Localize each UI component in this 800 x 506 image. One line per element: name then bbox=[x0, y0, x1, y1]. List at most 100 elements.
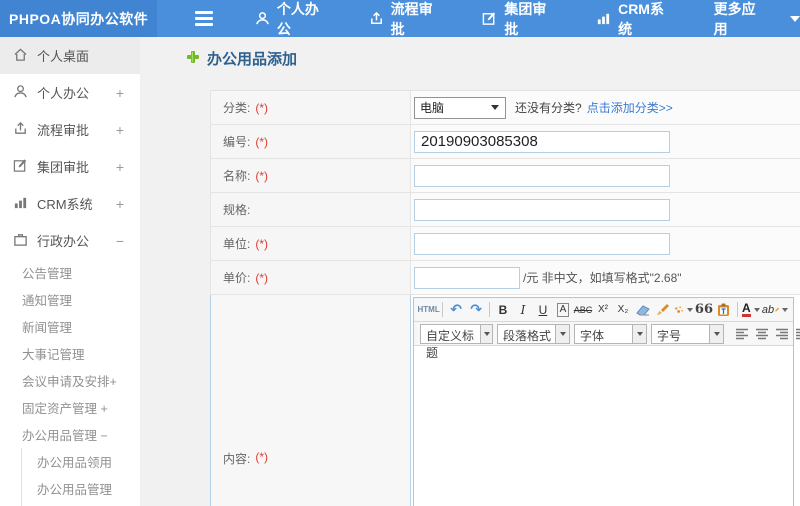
font-family-select[interactable]: 字体 bbox=[574, 323, 647, 344]
sidebar-item-news-mgmt[interactable]: 新闻管理 bbox=[0, 313, 140, 340]
eraser-icon bbox=[636, 304, 650, 316]
select-arrow-icon bbox=[555, 324, 569, 343]
superscript-button[interactable]: X² bbox=[594, 300, 612, 320]
name-label: 名称: bbox=[223, 169, 251, 183]
name-input[interactable] bbox=[414, 164, 670, 187]
align-right-icon bbox=[776, 328, 788, 339]
format-painter-button[interactable] bbox=[674, 300, 693, 320]
font-size-select[interactable]: 字号 bbox=[651, 323, 724, 344]
collapse-minus[interactable]: − bbox=[116, 233, 124, 249]
nav-more-apps[interactable]: 更多应用 bbox=[714, 0, 800, 39]
chevron-down-icon bbox=[686, 307, 693, 312]
strikethrough-button[interactable]: ABC bbox=[574, 300, 593, 320]
category-select[interactable]: 电脑 bbox=[414, 96, 506, 119]
font-color-button[interactable]: A bbox=[741, 300, 760, 320]
nav-process-approval[interactable]: 流程审批 bbox=[369, 0, 445, 39]
unit-input[interactable] bbox=[414, 232, 670, 255]
bar-chart-icon bbox=[596, 11, 611, 26]
nav-personal-office[interactable]: 个人办公 bbox=[255, 0, 331, 39]
align-justify-button[interactable] bbox=[793, 324, 800, 344]
add-category-link[interactable]: 点击添加分类>> bbox=[587, 99, 673, 116]
hamburger-menu-icon[interactable] bbox=[194, 11, 213, 26]
html-source-button[interactable]: HTML bbox=[418, 300, 440, 320]
unit-label: 单位: bbox=[223, 237, 251, 251]
font-border-button[interactable]: A bbox=[554, 300, 572, 320]
sidebar-item-supplies-requisition[interactable]: 办公用品领用 bbox=[22, 448, 140, 475]
select-arrow-icon bbox=[491, 105, 499, 110]
paragraph-format-select[interactable]: 段落格式 bbox=[497, 323, 570, 344]
italic-button[interactable]: I bbox=[514, 300, 532, 320]
sidebar-item-desktop[interactable]: 个人桌面 bbox=[0, 37, 140, 74]
price-input[interactable] bbox=[414, 266, 520, 289]
home-icon bbox=[13, 47, 28, 65]
select-arrow-icon bbox=[709, 324, 723, 343]
redo-button[interactable]: ↷ bbox=[467, 300, 485, 320]
eraser-button[interactable] bbox=[634, 300, 652, 320]
code-input[interactable] bbox=[414, 130, 670, 153]
sidebar-item-events-mgmt[interactable]: 大事记管理 bbox=[0, 340, 140, 367]
content-label: 内容: bbox=[223, 452, 251, 466]
price-hint: /元 非中文，如填写格式"2.68" bbox=[523, 271, 682, 285]
sidebar-item-fixed-assets-mgmt[interactable]: 固定资产管理 + bbox=[0, 394, 140, 421]
custom-heading-select[interactable]: 自定义标题 bbox=[420, 323, 493, 360]
form-row-price: 单价: (*) /元 非中文，如填写格式"2.68" bbox=[210, 261, 800, 295]
undo-button[interactable]: ↶ bbox=[447, 300, 465, 320]
editor-toolbar-row1: HTML ↶ ↷ B I U A ABC X² X₂ 66 A ab bbox=[414, 298, 793, 322]
add-supplies-form: 分类: (*) 电脑 还没有分类? 点击添加分类>> 编号: (*) 20190… bbox=[210, 90, 800, 506]
align-left-button[interactable] bbox=[733, 324, 751, 344]
chevron-down-icon bbox=[753, 307, 760, 312]
select-arrow-icon bbox=[480, 324, 492, 343]
editor-content-area[interactable] bbox=[414, 346, 793, 506]
align-justify-icon bbox=[796, 328, 800, 339]
top-bar: PHPOA协同办公软件 个人办公 流程审批 集团审批 CRM系统 更多应用 bbox=[0, 0, 800, 37]
form-row-code: 编号: (*) bbox=[210, 125, 800, 159]
align-center-icon bbox=[756, 328, 768, 339]
subscript-button[interactable]: X₂ bbox=[614, 300, 632, 320]
spec-input[interactable] bbox=[414, 198, 670, 221]
pen-icon bbox=[775, 307, 779, 312]
category-hint: 还没有分类? bbox=[515, 101, 582, 115]
sidebar-item-meeting-mgmt[interactable]: 会议申请及安排+ bbox=[0, 367, 140, 394]
bold-button[interactable]: B bbox=[494, 300, 512, 320]
required-mark: (*) bbox=[255, 270, 269, 285]
expand-plus[interactable]: + bbox=[116, 85, 124, 101]
blockquote-button[interactable]: 66 bbox=[695, 300, 713, 320]
underline-button[interactable]: U bbox=[534, 300, 552, 320]
required-mark: (*) bbox=[255, 450, 269, 464]
process-share-icon bbox=[369, 11, 384, 26]
align-right-button[interactable] bbox=[773, 324, 791, 344]
nav-crm-system[interactable]: CRM系统 bbox=[596, 0, 676, 39]
brush-icon bbox=[657, 304, 670, 315]
expand-plus[interactable]: + bbox=[116, 159, 124, 175]
sidebar-item-announcement-mgmt[interactable]: 公告管理 bbox=[0, 259, 140, 286]
sidebar-item-supplies-manage[interactable]: 办公用品管理 bbox=[22, 475, 140, 502]
edit-icon bbox=[482, 11, 497, 26]
sidebar-item-notice-mgmt[interactable]: 通知管理 bbox=[0, 286, 140, 313]
code-label: 编号: bbox=[223, 135, 251, 149]
bar-chart-icon bbox=[13, 195, 28, 213]
required-mark: (*) bbox=[255, 100, 269, 115]
expand-plus[interactable]: + bbox=[116, 122, 124, 138]
sidebar-item-crm[interactable]: CRM系统 + bbox=[0, 185, 140, 222]
category-label: 分类: bbox=[223, 101, 251, 115]
nav-group-approval[interactable]: 集团审批 bbox=[482, 0, 558, 39]
sidebar-item-personal-office[interactable]: 个人办公 + bbox=[0, 74, 140, 111]
chevron-down-icon bbox=[781, 307, 788, 312]
add-plus-icon bbox=[186, 50, 200, 67]
sidebar-item-office-supplies-mgmt[interactable]: 办公用品管理 − bbox=[0, 421, 140, 448]
paste-as-text-button[interactable] bbox=[715, 300, 733, 320]
form-row-unit: 单位: (*) bbox=[210, 227, 800, 261]
expand-plus[interactable]: + bbox=[116, 196, 124, 212]
process-share-icon bbox=[13, 121, 28, 139]
app-logo[interactable]: PHPOA协同办公软件 bbox=[0, 0, 157, 37]
sidebar-item-admin-office[interactable]: 行政办公 − bbox=[0, 222, 140, 259]
highlight-color-button[interactable]: ab bbox=[762, 300, 788, 320]
sidebar-item-supplies-purchase[interactable]: 办公用品采购 bbox=[22, 502, 140, 506]
sidebar-item-group-approval[interactable]: 集团审批 + bbox=[0, 148, 140, 185]
select-arrow-icon bbox=[632, 324, 646, 343]
editor-toolbar-row2: 自定义标题 段落格式 字体 字号 bbox=[414, 322, 800, 360]
align-center-button[interactable] bbox=[753, 324, 771, 344]
format-brush-button[interactable] bbox=[654, 300, 672, 320]
sidebar-item-process-approval[interactable]: 流程审批 + bbox=[0, 111, 140, 148]
user-icon bbox=[13, 84, 28, 102]
